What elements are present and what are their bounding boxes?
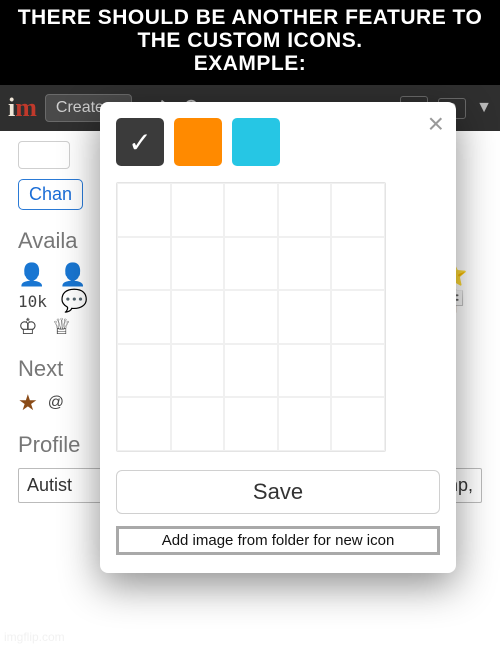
brand-letter-i: i <box>8 93 15 123</box>
add-image-button[interactable]: Add image from folder for new icon <box>116 526 440 555</box>
bio-text-left: Autist <box>27 475 72 496</box>
pixel-grid[interactable] <box>116 182 386 452</box>
create-label: Create <box>56 99 104 117</box>
swatch-blue[interactable] <box>232 118 280 166</box>
swatch-selected[interactable]: ✓ <box>116 118 164 166</box>
change-button[interactable]: Chan <box>18 179 83 210</box>
color-swatches: ✓ <box>116 118 440 166</box>
watermark: imgflip.com <box>4 630 65 644</box>
person-gray-icon[interactable]: 👤 <box>18 264 45 286</box>
meme-caption: THERE SHOULD BE ANOTHER FEATURE TO THE C… <box>0 0 500 85</box>
person-bold-icon[interactable]: 👤 <box>59 264 86 286</box>
swatch-orange[interactable] <box>174 118 222 166</box>
crown-icon-2[interactable]: ♕ <box>52 316 72 338</box>
brand-letter-m: m <box>15 93 37 123</box>
at-label: @ <box>48 394 64 412</box>
caption-line-2: EXAMPLE: <box>8 52 492 75</box>
crown-icon-1[interactable]: ♔ <box>18 316 38 338</box>
check-icon: ✓ <box>128 126 151 159</box>
cropped-textfield[interactable] <box>18 141 70 169</box>
tenk-badge[interactable]: 10k <box>18 292 47 311</box>
brand-logo[interactable]: i m <box>8 93 37 123</box>
next-star-icon[interactable]: ★ <box>18 392 38 414</box>
close-icon[interactable]: × <box>428 110 444 138</box>
icon-editor-modal: × ✓ Save Add image from folder for new i… <box>100 102 456 573</box>
account-menu-caret[interactable]: ▼ <box>476 99 492 117</box>
lol-bubble-icon[interactable]: 💬 <box>61 290 88 312</box>
caption-line-1: THERE SHOULD BE ANOTHER FEATURE TO THE C… <box>8 6 492 52</box>
save-button[interactable]: Save <box>116 470 440 514</box>
